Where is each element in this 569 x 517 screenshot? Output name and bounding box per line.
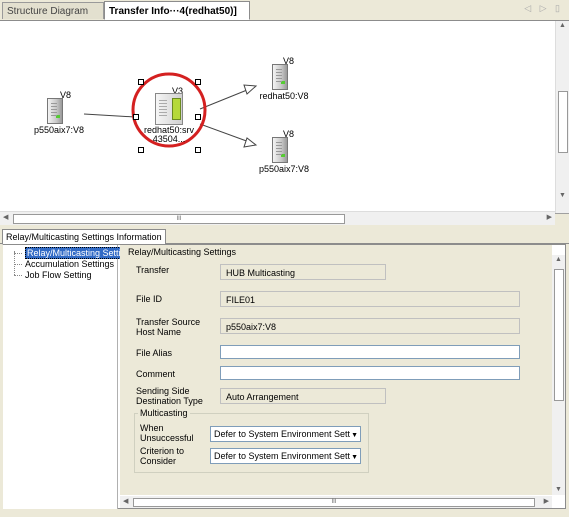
tab-transfer-info[interactable]: Transfer Info···4(redhat50)]	[104, 1, 250, 20]
transfer-label: Transfer	[136, 265, 170, 275]
chevron-down-icon[interactable]: ▼	[351, 451, 358, 463]
file-alias-input[interactable]	[220, 345, 520, 359]
node-source-server[interactable]: V8 p550aix7:V8	[31, 90, 87, 135]
tree-connector	[14, 251, 15, 275]
arrowhead-top	[243, 84, 258, 95]
edge-center-to-bottom	[199, 123, 253, 144]
node-dest-top-server[interactable]: V8 redhat50:V8	[256, 56, 312, 101]
node-dest-bottom-server[interactable]: V8 p550aix7:V8	[256, 129, 312, 174]
edge-center-to-top	[199, 87, 253, 110]
tree-item-label: Relay/Multicasting Setti	[25, 247, 123, 259]
criterion-select[interactable]: Defer to System Environment Sett ▼	[210, 448, 361, 464]
arrowhead-bottom	[243, 137, 258, 148]
scroll-down-icon[interactable]: ▼	[555, 486, 562, 493]
edge-source-to-center	[83, 113, 136, 118]
section-title: Relay/Multicasting Settings	[128, 247, 237, 257]
resize-handle[interactable]	[133, 114, 139, 120]
selected-server-icon	[155, 93, 183, 125]
scroll-thumb[interactable]: III	[133, 498, 535, 507]
server-icon	[272, 64, 288, 90]
source-host-label-l2: Host Name	[136, 327, 182, 337]
settings-tree[interactable]: Relay/Multicasting Setti Accumulation Se…	[3, 245, 123, 509]
tree-item-relay-multicasting[interactable]: Relay/Multicasting Setti	[25, 247, 123, 259]
scroll-down-icon[interactable]: ▼	[559, 192, 566, 199]
scroll-left-icon[interactable]: ◀	[123, 497, 128, 505]
comment-input[interactable]	[220, 366, 520, 380]
file-id-value: FILE01	[220, 291, 520, 307]
dest-type-label-l2: Destination Type	[136, 396, 203, 406]
source-host-label-l1: Transfer Source	[136, 317, 201, 327]
resize-handle[interactable]	[195, 114, 201, 120]
form-horizontal-scrollbar[interactable]: ◀ III ▶	[120, 496, 552, 508]
multicasting-legend: Multicasting	[138, 408, 190, 418]
comment-label: Comment	[136, 369, 176, 379]
node-label: p550aix7:V8	[33, 125, 85, 135]
scroll-left-icon[interactable]: ◀	[3, 213, 8, 221]
criterion-label-l1: Criterion to	[140, 446, 185, 456]
criterion-label-l2: Consider	[140, 456, 177, 466]
scroll-thumb[interactable]	[558, 91, 568, 153]
diagram-horizontal-scrollbar[interactable]: ◀ III ▶	[0, 211, 555, 225]
form-vertical-scrollbar[interactable]: ▲ ▼	[552, 255, 565, 495]
dest-type-label-l1: Sending Side	[136, 386, 190, 396]
resize-handle[interactable]	[195, 79, 201, 85]
scroll-thumb[interactable]	[554, 269, 564, 401]
source-host-value: p550aix7:V8	[220, 318, 520, 334]
scroll-right-icon[interactable]: ▶	[544, 497, 549, 505]
resize-handle[interactable]	[138, 79, 144, 85]
node-label-line2: 43504...	[152, 134, 186, 144]
tab-navigation-arrows[interactable]: ◁ ▷ ▯	[524, 3, 563, 14]
editor-tab-bar: Structure Diagram Transfer Info···4(redh…	[0, 0, 569, 21]
selected-value: Defer to System Environment Sett	[214, 451, 351, 461]
chevron-down-icon[interactable]: ▼	[351, 429, 358, 441]
tab-structure-diagram[interactable]: Structure Diagram	[2, 2, 104, 19]
resize-handle[interactable]	[138, 147, 144, 153]
selected-value: Defer to System Environment Sett	[214, 429, 351, 439]
diagram-vertical-scrollbar[interactable]: ▲ ▼	[555, 21, 569, 213]
transfer-value: HUB Multicasting	[220, 264, 386, 280]
tree-item-job-flow[interactable]: Job Flow Setting	[25, 270, 92, 280]
node-label: redhat50:V8	[259, 91, 309, 101]
tree-connector	[14, 275, 22, 276]
tree-connector	[14, 253, 22, 254]
node-center-server[interactable]: V3 redhat50:srv 43504...	[140, 86, 198, 144]
tree-item-accumulation[interactable]: Accumulation Settings	[25, 259, 114, 269]
tab-relay-multicasting-info[interactable]: Relay/Multicasting Settings Information	[2, 229, 166, 245]
file-alias-label: File Alias	[136, 348, 173, 358]
server-icon	[47, 98, 63, 124]
when-unsuccessful-select[interactable]: Defer to System Environment Sett ▼	[210, 426, 361, 442]
file-id-label: File ID	[136, 294, 163, 304]
scroll-right-icon[interactable]: ▶	[547, 213, 552, 221]
server-icon	[272, 137, 288, 163]
scroll-up-icon[interactable]: ▲	[559, 22, 566, 29]
node-label: p550aix7:V8	[258, 164, 310, 174]
tree-connector	[14, 264, 22, 265]
when-unsuccessful-label-l1: When	[140, 423, 164, 433]
settings-form: Relay/Multicasting Settings Transfer HUB…	[120, 245, 552, 495]
scroll-up-icon[interactable]: ▲	[555, 256, 562, 263]
resize-handle[interactable]	[195, 147, 201, 153]
scroll-thumb[interactable]: III	[13, 214, 345, 224]
dest-type-value: Auto Arrangement	[220, 388, 386, 404]
structure-diagram-canvas[interactable]: V8 p550aix7:V8 V3 redhat50:srv 43504... …	[0, 21, 569, 214]
when-unsuccessful-label-l2: Unsuccessful	[140, 433, 194, 443]
